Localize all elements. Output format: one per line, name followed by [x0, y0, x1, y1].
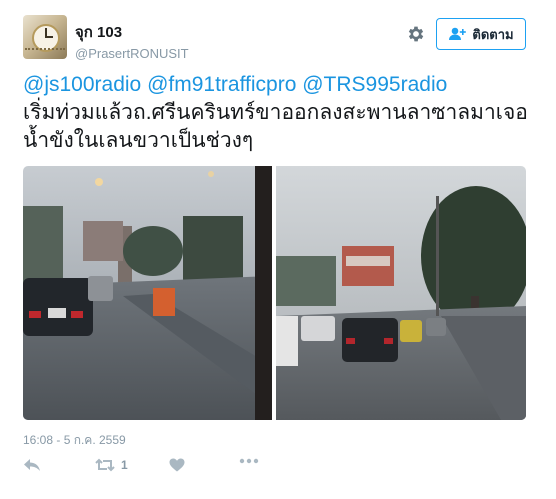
retweet-icon — [95, 458, 115, 472]
mention-link[interactable]: @fm91trafficpro — [147, 73, 296, 96]
mention-link[interactable]: @js100radio — [23, 73, 141, 96]
photo-grid — [23, 166, 526, 420]
tweet-timestamp[interactable]: 16:08 - 5 ก.ค. 2559 — [23, 431, 126, 450]
reply-icon — [24, 459, 40, 471]
more-icon — [239, 458, 259, 464]
retweet-button[interactable]: 1 — [95, 458, 128, 472]
more-button[interactable] — [239, 458, 259, 464]
reply-button[interactable] — [23, 458, 41, 472]
username[interactable]: @PrasertRONUSIT — [75, 46, 189, 61]
like-button[interactable] — [169, 458, 185, 472]
tweet-photo-2[interactable] — [276, 166, 526, 420]
tweet-header: จุก 103 @PrasertRONUSIT ติดตาม — [23, 15, 533, 61]
follow-button[interactable]: ติดตาม — [436, 18, 526, 50]
display-name[interactable]: จุก 103 — [75, 20, 189, 44]
tweet-body: เริ่มท่วมแล้วถ.ศรีนครินทร์ขาออกลงสะพานลา… — [23, 101, 528, 152]
retweet-count: 1 — [121, 458, 128, 472]
gear-icon[interactable] — [406, 24, 426, 44]
follow-button-label: ติดตาม — [472, 26, 514, 42]
add-user-icon — [449, 27, 467, 40]
avatar[interactable] — [23, 15, 67, 59]
tweet-text: @js100radio @fm91trafficpro @TRS995radio… — [23, 71, 538, 155]
heart-icon — [169, 458, 185, 472]
flooded-road-photo-1 — [23, 166, 272, 420]
mention-link[interactable]: @TRS995radio — [302, 73, 447, 96]
flooded-road-photo-2 — [276, 166, 526, 420]
author-block[interactable]: จุก 103 @PrasertRONUSIT — [75, 20, 189, 61]
tweet-photo-1[interactable] — [23, 166, 272, 420]
